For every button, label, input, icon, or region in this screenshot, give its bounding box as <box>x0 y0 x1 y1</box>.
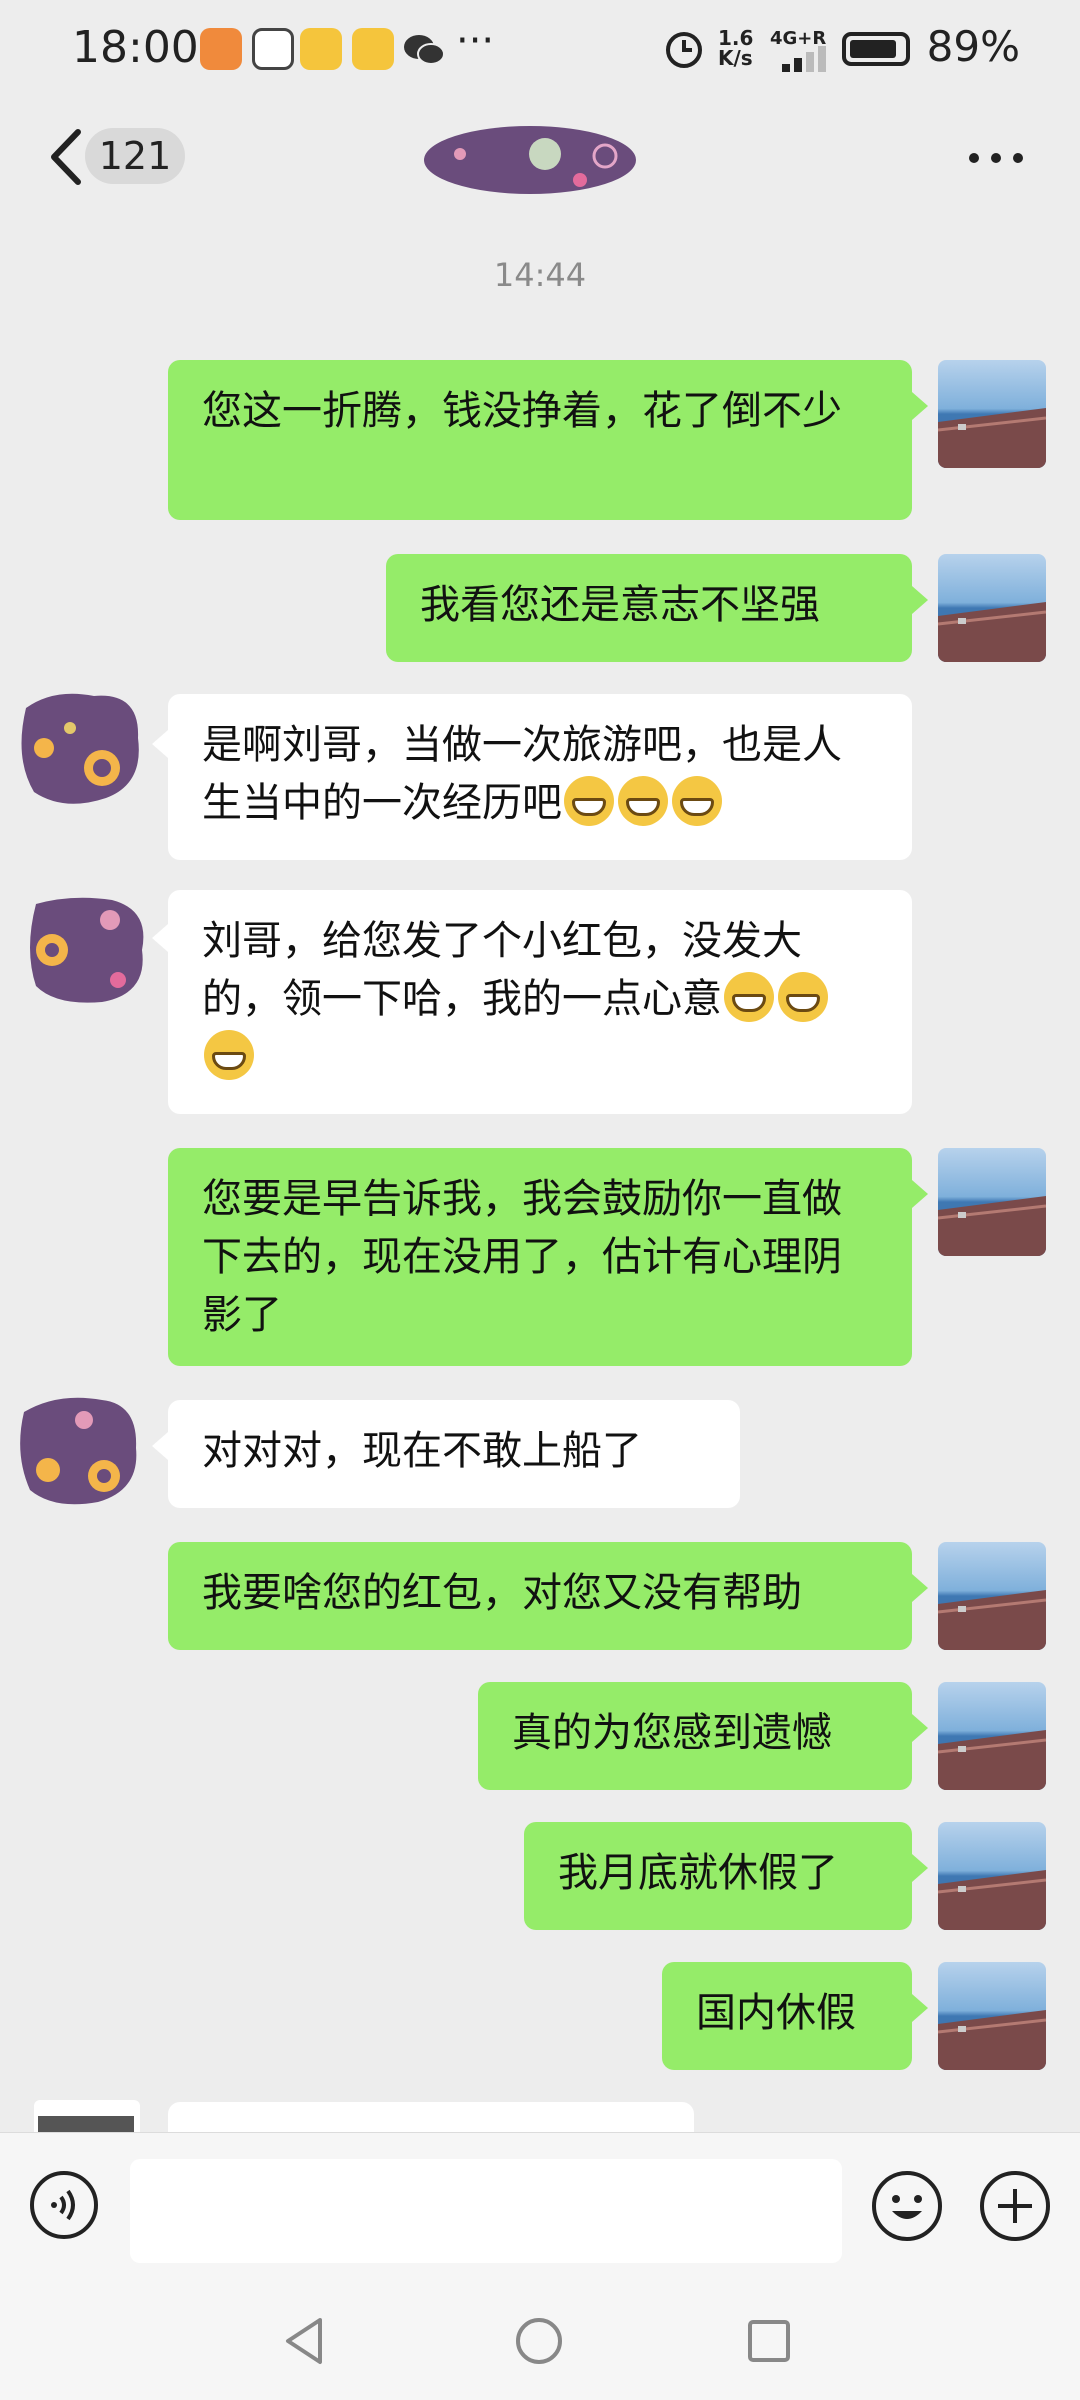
battery-icon <box>842 32 910 66</box>
nav-home-icon[interactable] <box>514 2316 564 2366</box>
contact-message-bubble[interactable]: 对对对，现在不敢上船了 <box>168 1400 740 1508</box>
message-text: 我要啥您的红包，对您又没有帮助 <box>202 1570 802 1616</box>
bubble-tail <box>912 1574 928 1602</box>
input-bar <box>0 2132 1080 2279</box>
bubble-tail <box>152 1432 168 1460</box>
chat-header: 121 <box>0 100 1080 218</box>
message-text: 真的为您感到遗憾 <box>512 1710 832 1756</box>
my-message-bubble[interactable]: 国内休假 <box>662 1962 912 2070</box>
bubble-tail <box>152 924 168 952</box>
grin-emoji-icon <box>564 776 614 826</box>
bubble-tail <box>152 730 168 758</box>
more-options-icon[interactable] <box>964 138 1028 178</box>
grin-emoji-icon <box>618 776 668 826</box>
my-avatar[interactable] <box>938 1148 1046 1256</box>
emoji-icon[interactable] <box>870 2169 944 2243</box>
net-speed: 1.6 K/s <box>718 26 754 70</box>
status-bar: 18:00 ··· 1.6 K/s 4G+R 89% <box>0 0 1080 100</box>
unread-badge[interactable]: 121 <box>85 128 185 184</box>
alarm-icon <box>666 32 702 68</box>
message-text: 我看您还是意志不坚强 <box>420 582 820 628</box>
wechat-icon <box>404 35 445 65</box>
grin-emoji-icon <box>204 1030 254 1080</box>
app-notification-icon <box>252 28 294 70</box>
grin-emoji-icon <box>778 972 828 1022</box>
message-text: 刘哥，给您发了个小红包，没发大的，领一下哈，我的一点心意 <box>202 918 802 1022</box>
nav-recents-icon[interactable] <box>746 2318 792 2364</box>
contact-message-bubble[interactable]: 刘哥，给您发了个小红包，没发大的，领一下哈，我的一点心意 <box>168 890 912 1114</box>
contact-message-bubble[interactable]: 是啊刘哥，当做一次旅游吧，也是人生当中的一次经历吧 <box>168 694 912 860</box>
bubble-tail <box>912 1180 928 1208</box>
contact-avatar[interactable] <box>22 890 152 1010</box>
my-message-bubble[interactable]: 您要是早告诉我，我会鼓励你一直做下去的，现在没用了，估计有心理阴影了 <box>168 1148 912 1366</box>
my-message-bubble[interactable]: 真的为您感到遗憾 <box>478 1682 912 1790</box>
message-text: 您要是早告诉我，我会鼓励你一直做下去的，现在没用了，估计有心理阴影了 <box>202 1176 842 1338</box>
bubble-tail <box>912 1714 928 1742</box>
grin-emoji-icon <box>724 972 774 1022</box>
contact-avatar[interactable] <box>14 688 144 808</box>
more-notifications-icon: ··· <box>456 18 495 64</box>
my-avatar[interactable] <box>938 1542 1046 1650</box>
voice-input-icon[interactable] <box>28 2169 100 2241</box>
contact-message-bubble[interactable] <box>168 2102 694 2132</box>
my-message-bubble[interactable]: 我看您还是意志不坚强 <box>386 554 912 662</box>
my-avatar[interactable] <box>938 1962 1046 2070</box>
contact-avatar[interactable] <box>34 2100 140 2132</box>
message-text: 您这一折腾，钱没挣着，花了倒不少 <box>202 388 842 434</box>
my-message-bubble[interactable]: 我月底就休假了 <box>524 1822 912 1930</box>
nav-back-icon[interactable] <box>282 2316 328 2366</box>
contact-avatar[interactable] <box>14 1390 144 1510</box>
my-message-bubble[interactable]: 您这一折腾，钱没挣着，花了倒不少 <box>168 360 912 520</box>
my-avatar[interactable] <box>938 1682 1046 1790</box>
app-notification-icon <box>200 28 242 70</box>
my-avatar[interactable] <box>938 360 1046 468</box>
message-input[interactable] <box>130 2159 842 2263</box>
my-avatar[interactable] <box>938 1822 1046 1930</box>
message-timestamp: 14:44 <box>493 256 587 294</box>
status-time: 18:00 <box>72 22 199 73</box>
bubble-tail <box>912 1994 928 2022</box>
message-text: 国内休假 <box>696 1990 856 2036</box>
my-message-bubble[interactable]: 我要啥您的红包，对您又没有帮助 <box>168 1542 912 1650</box>
system-nav-bar <box>0 2278 1080 2400</box>
message-text: 是啊刘哥，当做一次旅游吧，也是人生当中的一次经历吧 <box>202 722 842 826</box>
bubble-tail <box>912 392 928 420</box>
message-text: 我月底就休假了 <box>558 1850 838 1896</box>
my-avatar[interactable] <box>938 554 1046 662</box>
message-text: 对对对，现在不敢上船了 <box>202 1428 642 1474</box>
battery-percent: 89% <box>926 22 1020 71</box>
contact-name-sticker <box>424 126 636 194</box>
grin-emoji-icon <box>672 776 722 826</box>
bubble-tail <box>912 586 928 614</box>
weibo-icon <box>352 28 394 70</box>
signal-icon <box>782 46 826 72</box>
weibo-icon <box>300 28 342 70</box>
add-icon[interactable] <box>978 2169 1052 2243</box>
bubble-tail <box>912 1854 928 1882</box>
